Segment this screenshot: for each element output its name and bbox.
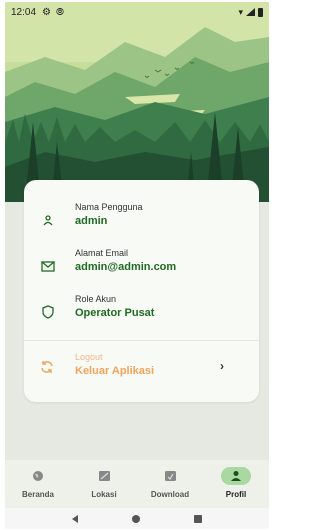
logout-button[interactable]: Logout Keluar Aplikasi › [24,352,259,390]
download-icon [155,467,185,485]
nav-item-profil[interactable]: Profil [203,460,269,508]
logout-label: Logout [75,352,103,362]
status-time: 12:04 [11,6,37,18]
nav-label: Beranda [21,490,54,499]
nav-label: Lokasi [91,490,117,499]
role-value: Operator Pusat [75,307,155,319]
person-icon [40,212,56,228]
person-icon [221,467,251,485]
back-icon[interactable] [72,514,78,523]
location-icon: ⦾ [56,6,64,18]
divider [24,340,259,341]
nav-item-lokasi[interactable]: Lokasi [71,460,137,508]
nav-item-download[interactable]: Download [137,460,203,508]
nav-label: Download [150,490,190,499]
bottom-navigation: Beranda Lokasi Download Profil [5,460,269,508]
phone-screen: 12:04 ⚙ ⦾ ▾ Nama Pengguna admin Alamat E… [5,2,269,529]
logout-value: Keluar Aplikasi [75,365,155,377]
map-icon [89,467,119,485]
recent-apps-icon[interactable] [194,514,202,523]
nav-label: Profil [225,490,247,499]
mail-icon [40,258,56,274]
role-row: Role Akun Operator Pusat [24,294,259,334]
chevron-right-icon: › [220,359,224,373]
wifi-icon: ▾ [238,6,243,17]
role-label: Role Akun [75,294,117,304]
status-bar: 12:04 ⚙ ⦾ ▾ [5,2,269,22]
email-label: Alamat Email [75,248,129,258]
username-label: Nama Pengguna [75,202,143,212]
username-value: admin [75,215,108,227]
globe-icon [23,467,53,485]
email-value: admin@admin.com [75,261,177,273]
nav-item-beranda[interactable]: Beranda [5,460,71,508]
gear-icon: ⚙ [42,6,51,18]
home-icon[interactable] [132,514,140,523]
shield-icon [40,304,56,320]
signal-icon [246,8,255,16]
battery-icon [258,7,263,17]
system-navigation-bar [5,508,269,529]
profile-card: Nama Pengguna admin Alamat Email admin@a… [24,180,259,402]
email-row: Alamat Email admin@admin.com [24,248,259,288]
refresh-icon [40,360,56,376]
username-row: Nama Pengguna admin [24,202,259,242]
